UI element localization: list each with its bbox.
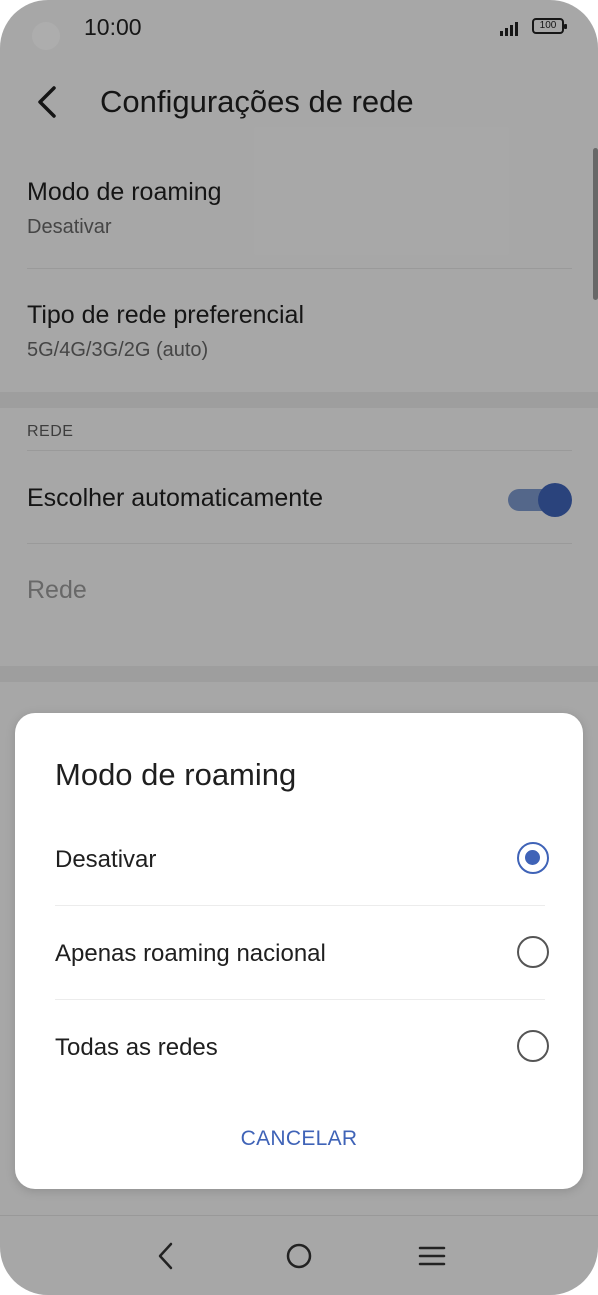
nav-back-button[interactable] bbox=[144, 1234, 188, 1278]
phone-frame: 10:00 100 Configurações de rede Modo de … bbox=[0, 0, 598, 1295]
option-all-networks[interactable]: Todas as redes bbox=[55, 1000, 549, 1094]
option-label: Desativar bbox=[55, 846, 157, 873]
roaming-mode-dialog: Modo de roaming Desativar Apenas roaming… bbox=[15, 713, 583, 1189]
radio-button[interactable] bbox=[517, 936, 549, 968]
nav-back-icon bbox=[158, 1242, 173, 1270]
navigation-bar bbox=[0, 1215, 598, 1295]
nav-recents-icon bbox=[418, 1246, 446, 1266]
option-disable[interactable]: Desativar bbox=[55, 812, 549, 906]
radio-button-checked[interactable] bbox=[517, 842, 549, 874]
radio-button[interactable] bbox=[517, 1030, 549, 1062]
option-label: Apenas roaming nacional bbox=[55, 940, 326, 967]
settings-screen: 10:00 100 Configurações de rede Modo de … bbox=[0, 0, 598, 1295]
nav-home-button[interactable] bbox=[277, 1234, 321, 1278]
option-label: Todas as redes bbox=[55, 1034, 218, 1061]
option-national-roaming-only[interactable]: Apenas roaming nacional bbox=[55, 906, 549, 1000]
cancel-button[interactable]: CANCELAR bbox=[215, 1117, 383, 1161]
dialog-title: Modo de roaming bbox=[55, 757, 297, 792]
nav-recents-button[interactable] bbox=[410, 1234, 454, 1278]
nav-home-icon bbox=[286, 1243, 312, 1269]
